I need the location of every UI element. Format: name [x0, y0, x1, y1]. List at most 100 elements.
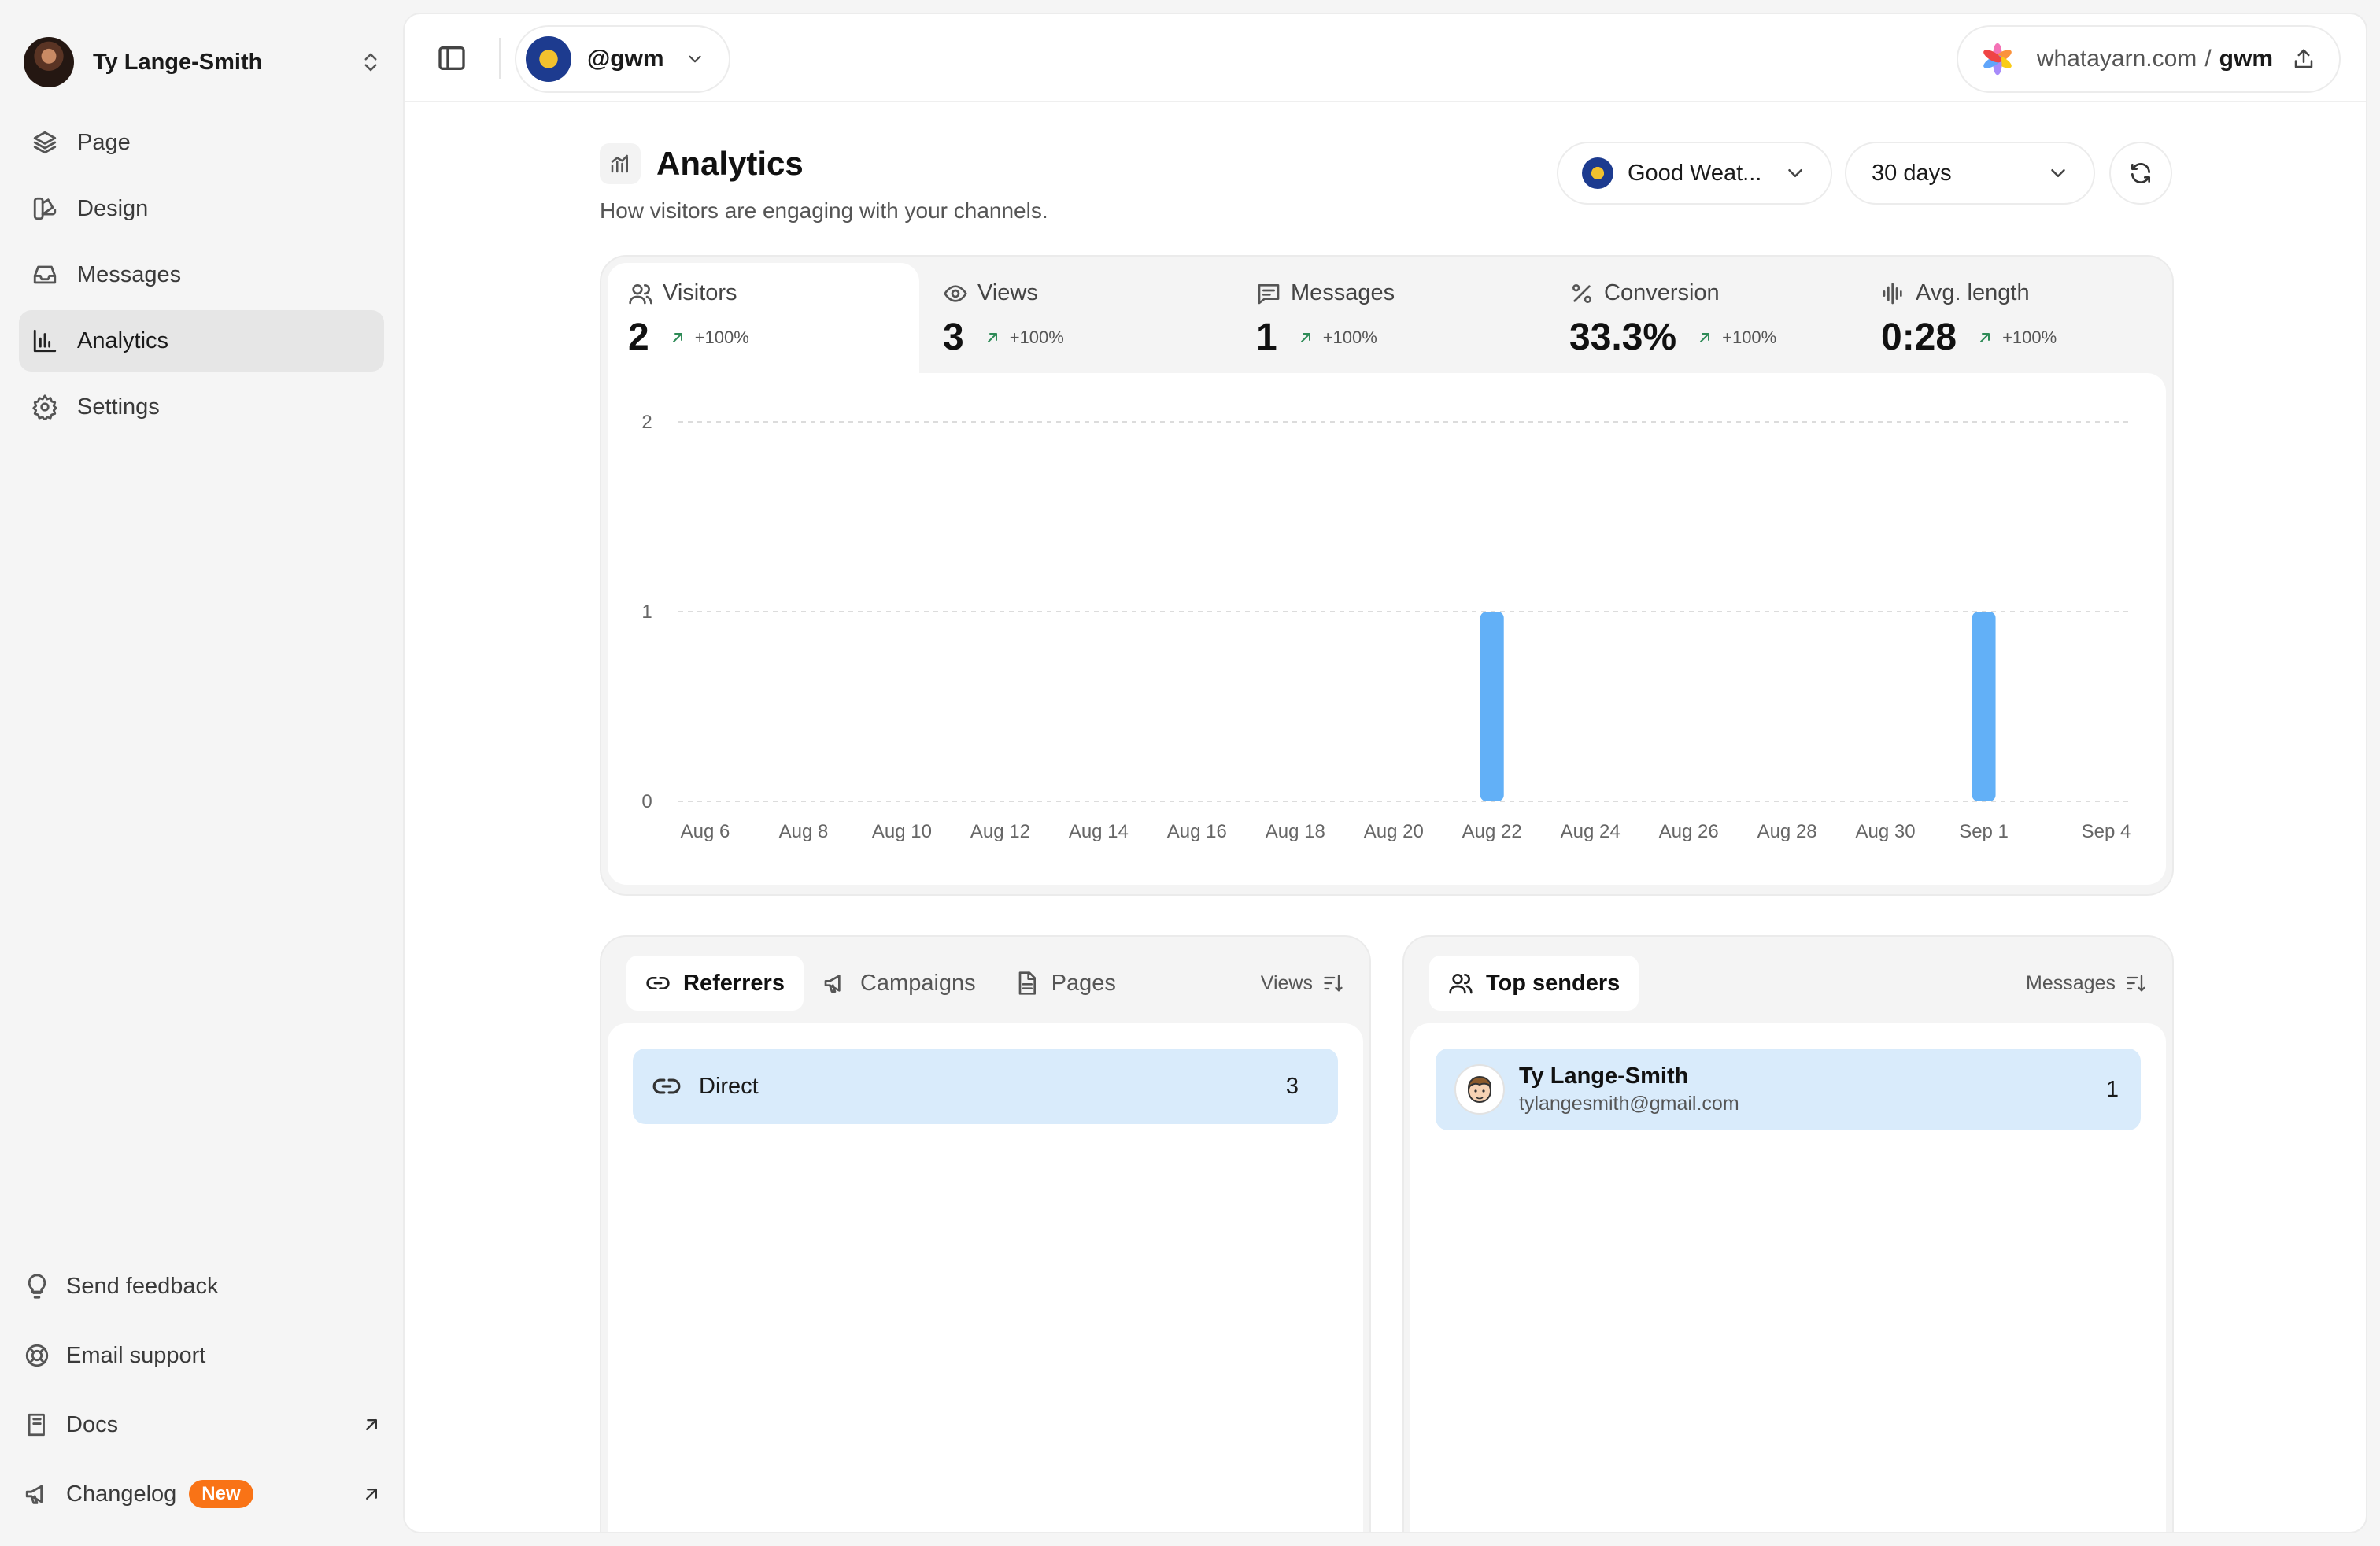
- channel-logo: [526, 36, 571, 82]
- sender-count: 1: [2105, 1076, 2119, 1102]
- sidebar-item-label: Page: [77, 129, 131, 155]
- stat-tab-messages[interactable]: Messages 1 +100%: [1236, 263, 1547, 373]
- users-icon: [629, 283, 652, 304]
- public-url-pill[interactable]: whatayarn.com / gwm: [1956, 25, 2341, 93]
- stat-tab-views[interactable]: Views 3 +100%: [922, 263, 1234, 373]
- stat-tab-avg-length[interactable]: Avg. length 0:28 +100%: [1861, 263, 2172, 373]
- x-tick-label: Aug 6: [681, 821, 730, 842]
- user-name: Ty Lange-Smith: [93, 49, 263, 75]
- y-tick-label: 0: [641, 791, 652, 812]
- sidebar-footer: Send feedback Email support Docs Changel…: [24, 1252, 382, 1529]
- referrer-name: Direct: [699, 1073, 759, 1099]
- x-tick-label: Aug 12: [970, 821, 1030, 842]
- stat-change: +100%: [694, 327, 749, 347]
- sidebar-item-messages[interactable]: Messages: [19, 244, 384, 305]
- stat-value: 1: [1256, 316, 1277, 358]
- topbar: @gwm whatayarn.com / gwm: [405, 14, 2366, 102]
- stat-label: Views: [978, 280, 1038, 305]
- channel-logo: [1582, 157, 1613, 189]
- eye-icon: [944, 284, 967, 302]
- sidebar-footer-label: Send feedback: [66, 1273, 219, 1299]
- chart-bar: [1972, 612, 1996, 801]
- bar-chart-icon: [33, 329, 57, 353]
- divider: [499, 38, 501, 79]
- visitors-chart: 0 1 2 Aug 6 Aug 8 Aug 10 Aug 12 Aug 14 Aug 16 Aug…: [608, 373, 2166, 885]
- changelog-link[interactable]: Changelog New: [24, 1459, 382, 1529]
- stat-change: +100%: [1322, 327, 1377, 347]
- tab-campaigns[interactable]: Campaigns: [804, 956, 995, 1011]
- send-feedback-link[interactable]: Send feedback: [24, 1252, 382, 1321]
- page-title: Analytics: [656, 145, 804, 182]
- date-range-value: 30 days: [1872, 160, 1952, 186]
- date-range-select[interactable]: 30 days: [1845, 142, 2095, 205]
- stat-label: Conversion: [1604, 280, 1720, 305]
- sidebar-item-label: Analytics: [77, 327, 169, 353]
- sidebar-item-label: Messages: [77, 261, 182, 287]
- message-square-icon: [1258, 283, 1280, 304]
- channel-filter-value: Good Weat...: [1628, 160, 1762, 186]
- x-tick-label: Aug 30: [1856, 821, 1916, 842]
- sort-views-button[interactable]: Views: [1261, 972, 1344, 995]
- channel-switcher[interactable]: @gwm: [515, 25, 730, 93]
- tab-label: Campaigns: [859, 970, 976, 996]
- tab-top-senders[interactable]: Top senders: [1429, 956, 1639, 1011]
- sort-label: Views: [1260, 971, 1313, 994]
- sidebar-toggle-icon[interactable]: [436, 43, 468, 74]
- trend-up-icon: [1300, 332, 1310, 342]
- avatar: [24, 37, 74, 87]
- chevron-down-icon: [2051, 169, 2065, 177]
- inbox-icon: [33, 265, 57, 284]
- referrers-card: Referrers Campaigns Pages Views Direct 3: [600, 935, 1371, 1532]
- sidebar-item-analytics[interactable]: Analytics: [19, 310, 384, 372]
- sidebar-item-settings[interactable]: Settings: [19, 376, 384, 438]
- x-tick-label: Aug 16: [1167, 821, 1227, 842]
- sender-email: tylangesmith@gmail.com: [1519, 1093, 1739, 1115]
- analytics-icon: [600, 143, 641, 184]
- docs-link[interactable]: Docs: [24, 1390, 382, 1459]
- tab-label: Pages: [1051, 970, 1116, 996]
- channel-filter-select[interactable]: Good Weat...: [1557, 142, 1832, 205]
- external-arrow-icon: [366, 1419, 377, 1430]
- stat-tab-conversion[interactable]: Conversion 33.3% +100%: [1549, 263, 1861, 373]
- domain-user: gwm: [2219, 46, 2273, 72]
- sidebar-item-page[interactable]: Page: [19, 112, 384, 173]
- link-icon: [646, 977, 670, 989]
- tab-label: Top senders: [1486, 970, 1621, 996]
- audio-wave-icon: [1883, 283, 1902, 304]
- referrers-list: Direct 3: [608, 1023, 1363, 1532]
- tab-pages[interactable]: Pages: [995, 956, 1135, 1011]
- sort-messages-button[interactable]: Messages: [2026, 972, 2147, 995]
- trend-up-icon: [987, 332, 997, 342]
- percent-icon: [1572, 283, 1591, 303]
- stat-value: 33.3%: [1569, 316, 1677, 358]
- trend-up-icon: [672, 332, 682, 342]
- share-icon[interactable]: [2292, 47, 2315, 71]
- top-senders-card: Top senders Messages Ty Lange-Smith tyla…: [1402, 935, 2174, 1532]
- stat-tab-visitors[interactable]: Visitors 2 +100%: [608, 263, 919, 373]
- sidebar-item-design[interactable]: Design: [19, 178, 384, 239]
- email-support-link[interactable]: Email support: [24, 1321, 382, 1390]
- avatar: [1454, 1064, 1505, 1115]
- lifebuoy-icon: [25, 1344, 49, 1367]
- tab-label: Referrers: [683, 970, 785, 996]
- x-tick-label: Aug 8: [779, 821, 829, 842]
- stat-change: +100%: [1722, 327, 1777, 347]
- list-item[interactable]: Direct 3: [633, 1049, 1338, 1124]
- refresh-button[interactable]: [2109, 142, 2172, 205]
- account-switcher[interactable]: Ty Lange-Smith: [24, 36, 382, 88]
- senders-tabs: Top senders Messages: [1429, 956, 2147, 1011]
- stat-label: Messages: [1291, 280, 1395, 305]
- refresh-icon: [2131, 163, 2150, 183]
- x-tick-label: Aug 10: [872, 821, 932, 842]
- sidebar-nav: Page Design Messages Analytics Settings: [19, 112, 384, 442]
- page-header: Analytics How visitors are engaging with…: [600, 143, 1048, 224]
- tab-referrers[interactable]: Referrers: [626, 956, 804, 1011]
- referrer-count: 3: [1285, 1073, 1299, 1099]
- list-item[interactable]: Ty Lange-Smith tylangesmith@gmail.com 1: [1436, 1049, 2141, 1130]
- chevrons-up-down-icon: [364, 53, 377, 72]
- megaphone-icon: [25, 1485, 43, 1504]
- domain-separator: /: [2204, 46, 2212, 72]
- channel-handle: @gwm: [587, 46, 664, 72]
- stat-label: Visitors: [663, 280, 737, 305]
- x-tick-label: Sep 4: [2082, 821, 2131, 842]
